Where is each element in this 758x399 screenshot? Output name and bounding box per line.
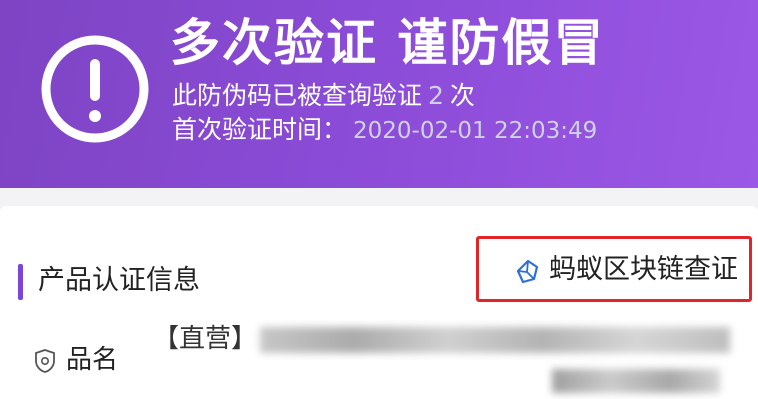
first-verify-text: 首次验证时间： 2020-02-01 22:03:49 bbox=[172, 114, 597, 147]
product-info-card: 产品认证信息 蚂蚁区块链查证 品名 【直营】 bbox=[0, 206, 758, 399]
query-prefix: 此防伪码已被查询验证 bbox=[172, 81, 423, 110]
blockchain-icon[interactable] bbox=[514, 258, 542, 286]
redacted-text bbox=[552, 369, 720, 393]
product-name-label: 品名 bbox=[66, 345, 119, 375]
section-accent-bar bbox=[18, 264, 23, 300]
query-count: 2 bbox=[428, 81, 444, 110]
shield-icon bbox=[35, 349, 55, 373]
first-verify-time: 2020-02-01 22:03:49 bbox=[353, 118, 598, 144]
section-title: 产品认证信息 bbox=[38, 265, 200, 296]
verification-banner: 多次验证 谨防假冒 此防伪码已被查询验证 2 次 首次验证时间： 2020-02-01… bbox=[0, 0, 758, 188]
query-suffix: 次 bbox=[449, 81, 475, 110]
first-verify-label: 首次验证时间： bbox=[172, 115, 348, 144]
banner-title: 多次验证 谨防假冒 bbox=[170, 14, 606, 72]
query-count-text: 此防伪码已被查询验证 2 次 bbox=[172, 80, 475, 112]
blockchain-verify-link[interactable]: 蚂蚁区块链查证 bbox=[549, 250, 738, 290]
exclamation-circle-icon bbox=[41, 35, 149, 143]
product-name-prefix: 【直营】 bbox=[153, 324, 258, 354]
redacted-text bbox=[260, 327, 730, 353]
